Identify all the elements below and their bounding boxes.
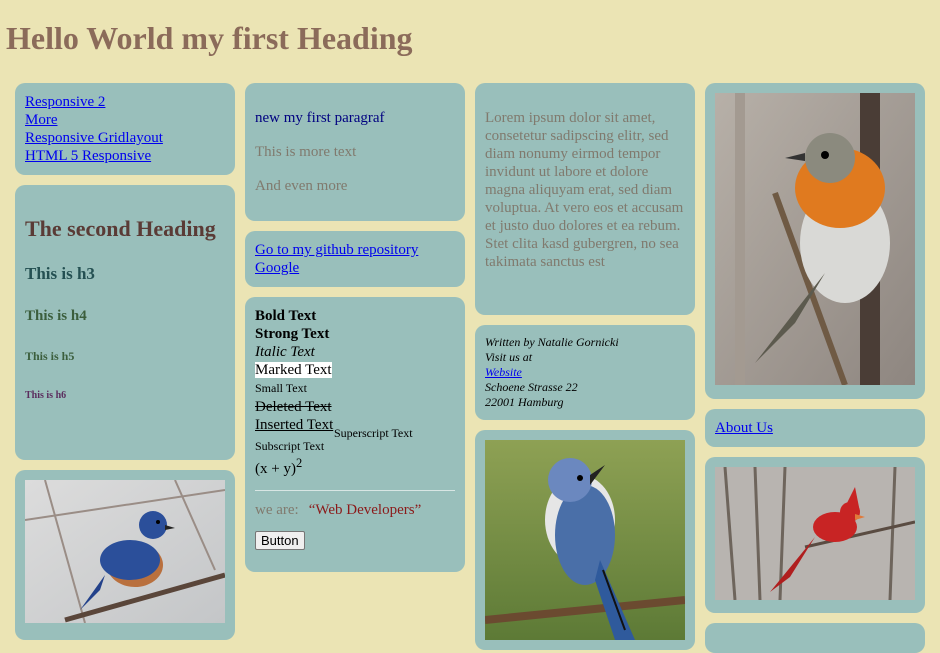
- city: 22001 Hamburg: [485, 395, 564, 409]
- italic-text: Italic Text: [255, 344, 315, 360]
- link-responsive-gridlayout[interactable]: Responsive Gridlayout: [25, 129, 225, 147]
- blue-jay-card: [475, 430, 695, 650]
- quote-row: we are: Web Developers: [255, 501, 455, 519]
- blue-jay-photo: [485, 440, 685, 640]
- heading-h3: This is h3: [25, 264, 95, 283]
- formula-base: (x + y): [255, 461, 296, 477]
- street: Schoene Strasse 22: [485, 380, 578, 394]
- formula: (x + y)2: [255, 454, 455, 478]
- superscript-text: Superscript Text: [334, 426, 413, 440]
- heading-h6: This is h6: [25, 390, 67, 401]
- bottom-card: [705, 623, 925, 653]
- heading-h2: The second Heading: [25, 216, 216, 241]
- link-github[interactable]: Go to my github repository: [255, 241, 455, 259]
- quote-text: Web Developers: [309, 502, 422, 518]
- link-more[interactable]: More: [25, 111, 225, 129]
- paragraph-first: new my first paragraf: [255, 110, 385, 126]
- heading-h5: This is h5: [25, 349, 75, 363]
- link-responsive-2[interactable]: Responsive 2: [25, 93, 225, 111]
- link-google[interactable]: Google: [255, 259, 455, 277]
- robin-card: [705, 83, 925, 399]
- cardinal-card: [705, 457, 925, 613]
- external-links-card: Go to my github repository Google: [245, 231, 465, 287]
- paragraphs-card: new my first paragraf This is more text …: [245, 83, 465, 221]
- lorem-card: Lorem ipsum dolor sit amet, consetetur s…: [475, 83, 695, 315]
- quote-label: we are:: [255, 502, 299, 518]
- robin-photo: [715, 93, 915, 385]
- written-by: Written by Natalie Gornicki: [485, 335, 619, 349]
- address-card: Written by Natalie Gornicki Visit us at …: [475, 325, 695, 420]
- headings-card: The second Heading This is h3 This is h4…: [15, 185, 235, 460]
- paragraph-more: This is more text: [255, 144, 357, 160]
- divider: [255, 490, 455, 491]
- formula-exponent: 2: [295, 456, 303, 470]
- address: Written by Natalie Gornicki Visit us at …: [485, 335, 685, 410]
- about-us-link[interactable]: About Us: [715, 420, 773, 436]
- subscript-text: Subscript Text: [255, 439, 325, 453]
- lorem-text: Lorem ipsum dolor sit amet, consetetur s…: [485, 110, 684, 270]
- bluebird-card: [15, 470, 235, 640]
- website-link[interactable]: Website: [485, 365, 522, 379]
- formatting-card: Bold Text Strong Text Italic Text Marked…: [245, 297, 465, 572]
- deleted-text: Deleted Text: [255, 399, 332, 415]
- small-text: Small Text: [255, 381, 307, 395]
- bold-text: Bold Text: [255, 308, 317, 324]
- paragraph-even-more: And even more: [255, 178, 348, 194]
- visit-us: Visit us at: [485, 350, 533, 364]
- button[interactable]: Button: [255, 531, 305, 550]
- about-card: About Us: [705, 409, 925, 447]
- page-title: Hello World my first Heading: [6, 20, 413, 56]
- link-html5-responsive[interactable]: HTML 5 Responsive: [25, 147, 225, 165]
- marked-text: Marked Text: [255, 362, 332, 378]
- nav-card: Responsive 2 More Responsive Gridlayout …: [15, 83, 235, 175]
- heading-h4: This is h4: [25, 308, 87, 324]
- bluebird-photo: [25, 480, 225, 623]
- cardinal-photo: [715, 467, 915, 600]
- strong-text: Strong Text: [255, 326, 330, 342]
